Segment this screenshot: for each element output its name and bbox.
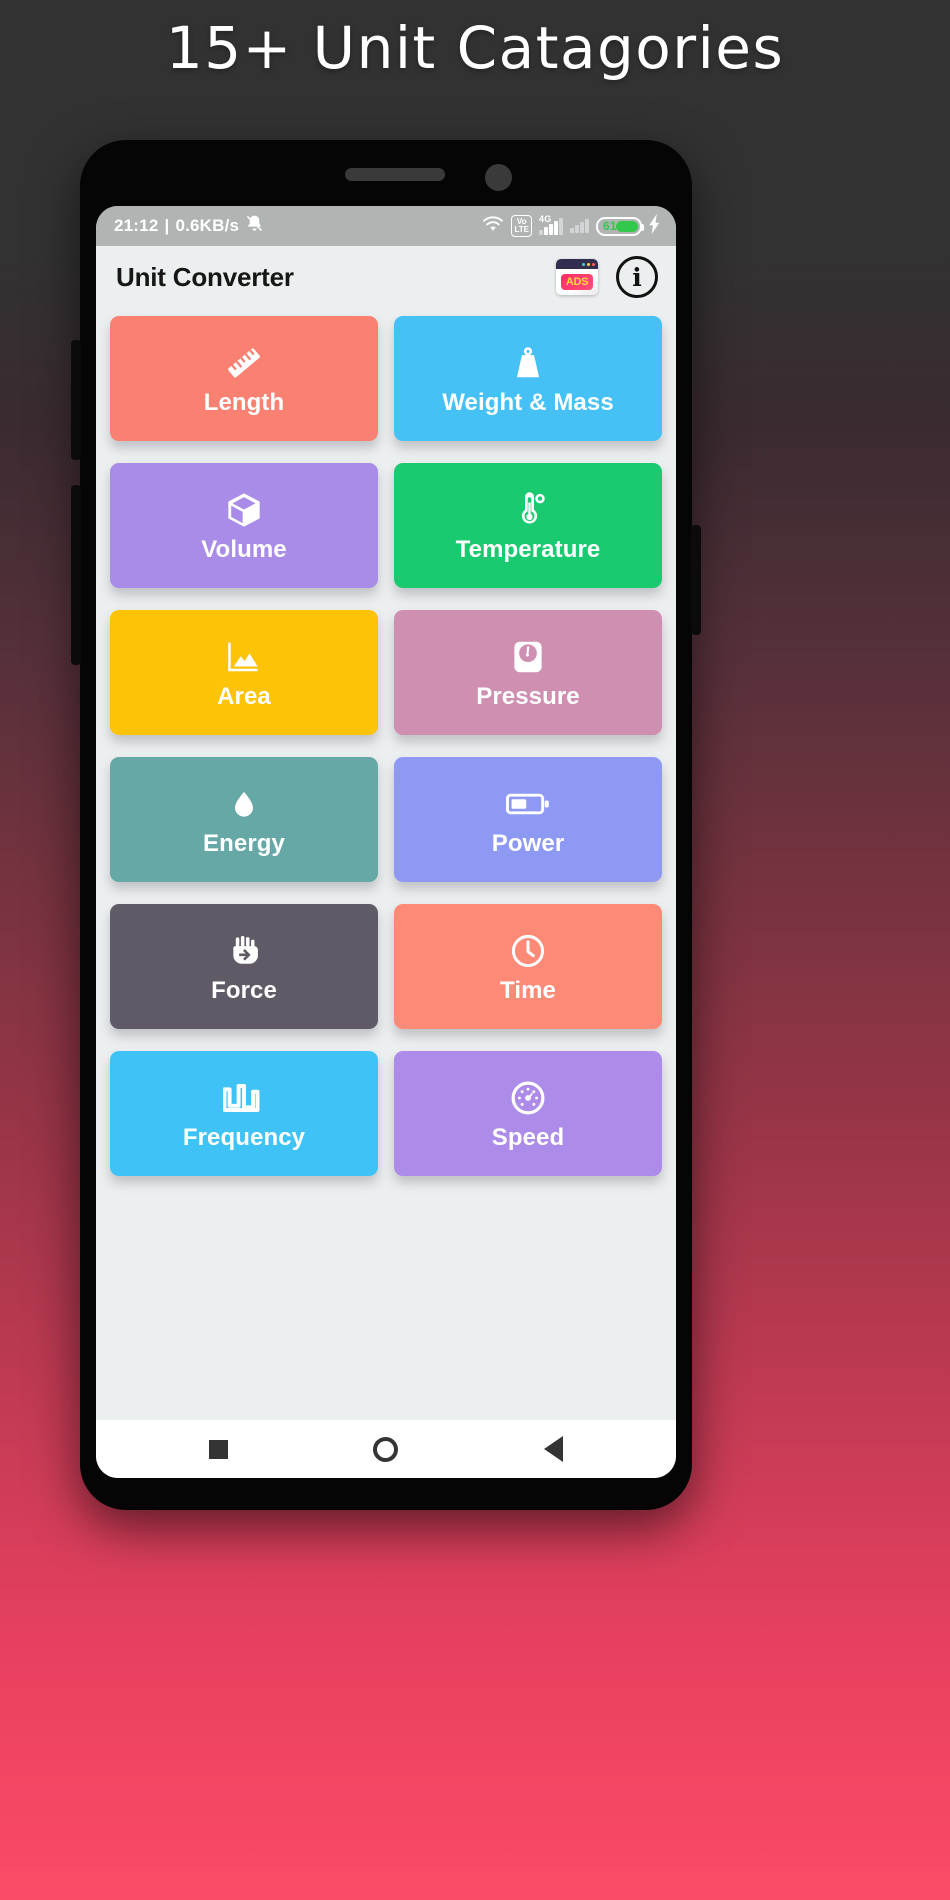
status-separator: | [164, 216, 170, 235]
app-bar-actions: ADS i [556, 256, 658, 298]
volume-up-button[interactable] [71, 340, 81, 460]
triangle-back-icon[interactable] [544, 1436, 564, 1462]
status-bar-right: Vo LTE 4G 61 [482, 213, 662, 239]
wifi-icon [482, 215, 504, 238]
tile-label: Speed [491, 1123, 565, 1151]
ruler-icon [223, 343, 265, 383]
volte-icon: Vo LTE [511, 215, 532, 237]
tile-label: Volume [201, 535, 287, 563]
volte-bottom-text: LTE [514, 225, 529, 234]
signal-4g-icon: 4G [539, 214, 563, 235]
fist-icon [227, 931, 261, 971]
weight-icon [509, 343, 547, 383]
signal-label: 4G [539, 213, 552, 224]
lightning-bolt-icon [649, 213, 662, 239]
volume-down-button[interactable] [71, 485, 81, 665]
status-time: 21:12 [114, 216, 159, 235]
battery-icon: 61 [596, 216, 644, 236]
app-bar: Unit Converter ADS i [96, 246, 676, 308]
battery-icon [506, 784, 550, 824]
phone-frame: 21:12 | 0.6KB/s Vo LTE 4G 61 Unit Conver… [71, 140, 701, 1510]
signal-secondary-icon [570, 219, 589, 233]
box-icon [224, 490, 264, 530]
tile-label: Time [500, 976, 556, 1004]
battery-percent: 61 [603, 219, 617, 233]
tile-label: Power [491, 829, 565, 857]
tile-label: Frequency [182, 1123, 306, 1151]
thermometer-icon [510, 490, 546, 530]
tile-speed[interactable]: Speed [394, 1051, 662, 1176]
clock-icon [509, 931, 547, 971]
tile-label: Pressure [476, 682, 580, 710]
info-icon[interactable]: i [616, 256, 658, 298]
tile-label: Temperature [455, 535, 601, 563]
tile-length[interactable]: Length [110, 316, 378, 441]
tile-label: Weight & Mass [442, 388, 614, 416]
ads-icon-titlebar [556, 259, 598, 269]
ads-icon-body: ADS [556, 269, 598, 295]
flame-drop-icon [229, 784, 259, 824]
ads-badge-label: ADS [560, 274, 594, 290]
tile-pressure[interactable]: Pressure [394, 610, 662, 735]
tile-time[interactable]: Time [394, 904, 662, 1029]
tile-label: Force [211, 976, 277, 1004]
power-button[interactable] [691, 525, 701, 635]
mountain-icon [224, 637, 264, 677]
speedometer-icon [509, 1078, 547, 1118]
tile-label: Energy [203, 829, 285, 857]
promo-title: 15+ Unit Catagories [165, 14, 785, 82]
tile-weight-mass[interactable]: Weight & Mass [394, 316, 662, 441]
circle-icon[interactable] [373, 1436, 399, 1462]
status-bar-left: 21:12 | 0.6KB/s [114, 214, 264, 238]
gauge-scale-icon [509, 637, 547, 677]
square-icon[interactable] [208, 1439, 228, 1459]
page-title: Unit Converter [116, 261, 294, 292]
tile-power[interactable]: Power [394, 757, 662, 882]
category-grid: Length Weight & Mass Volume Temperature [96, 308, 676, 1420]
ads-icon[interactable]: ADS [556, 259, 598, 295]
status-bar: 21:12 | 0.6KB/s Vo LTE 4G 61 [96, 206, 676, 246]
tile-label: Length [203, 388, 285, 416]
front-camera [485, 164, 512, 191]
info-icon-letter: i [632, 262, 642, 292]
tile-label: Area [217, 682, 271, 710]
waveform-icon [223, 1078, 265, 1118]
tile-force[interactable]: Force [110, 904, 378, 1029]
tile-frequency[interactable]: Frequency [110, 1051, 378, 1176]
battery-fill [616, 220, 638, 232]
bell-muted-icon [245, 214, 264, 238]
tile-area[interactable]: Area [110, 610, 378, 735]
tile-volume[interactable]: Volume [110, 463, 378, 588]
phone-screen: 21:12 | 0.6KB/s Vo LTE 4G 61 Unit Conver… [96, 206, 676, 1478]
status-network-speed: 0.6KB/s [175, 216, 240, 235]
earpiece-speaker [345, 168, 445, 181]
tile-energy[interactable]: Energy [110, 757, 378, 882]
android-nav-bar [96, 1420, 676, 1478]
tile-temperature[interactable]: Temperature [394, 463, 662, 588]
